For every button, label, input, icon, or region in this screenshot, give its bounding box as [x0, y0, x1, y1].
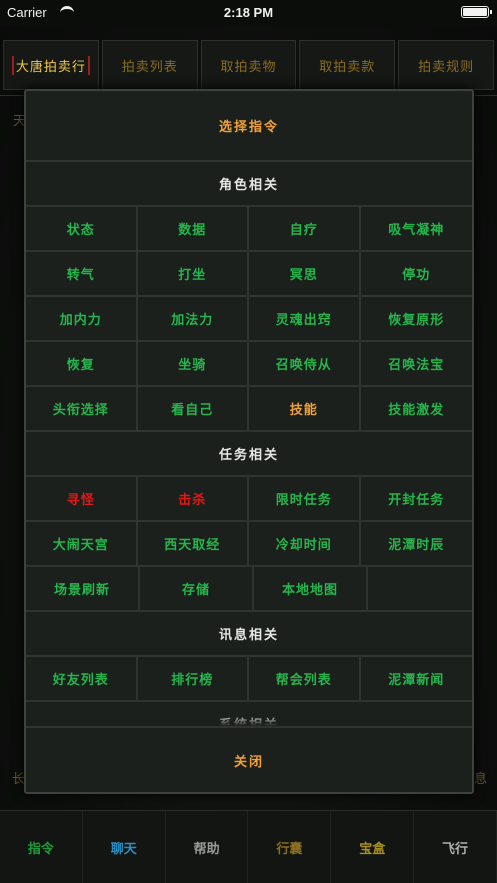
tab-label: 大唐拍卖行	[11, 55, 90, 75]
command-button[interactable]: 大闹天宫	[26, 522, 138, 565]
command-row: 好友列表 排行榜 帮会列表 泥潭新闻	[26, 657, 472, 702]
command-button[interactable]: 恢复	[26, 342, 138, 385]
command-button[interactable]: 打坐	[137, 252, 249, 295]
nav-item[interactable]: 聊天	[82, 811, 166, 883]
command-row: 头衔选择 看自己 技能 技能激发	[26, 387, 472, 432]
command-button[interactable]: 排行榜	[137, 657, 249, 700]
command-button[interactable]: 转气	[26, 252, 138, 295]
command-button[interactable]: 自疗	[249, 207, 361, 250]
command-button[interactable]: 召唤法宝	[360, 342, 472, 385]
command-button[interactable]: 看自己	[137, 387, 249, 430]
nav-item[interactable]: 宝盒	[331, 811, 415, 883]
bottom-nav: 指令 聊天 帮助 行囊 宝盒 飞行	[0, 810, 497, 883]
command-button[interactable]: 加内力	[26, 297, 138, 340]
command-button[interactable]: 西天取经	[137, 522, 249, 565]
auction-tabs: 大唐拍卖行 拍卖列表 取拍卖物 取拍卖款 拍卖规则	[0, 40, 497, 90]
command-row: 寻怪 击杀 限时任务 开封任务	[26, 477, 472, 522]
clock: 2:18 PM	[223, 5, 274, 20]
close-button[interactable]: 关闭	[26, 726, 472, 792]
command-dialog: 选择指令 角色相关 状态 数据 自疗 吸气凝神 转气 打坐 冥思 停功 加内力 加法力 灵魂出窍 恢复原…	[24, 89, 474, 794]
command-button[interactable]: 技能激发	[360, 387, 472, 430]
tab-take-item[interactable]: 取拍卖物	[200, 40, 297, 90]
scroll-fade	[26, 714, 472, 726]
command-button[interactable]: 好友列表	[26, 657, 138, 700]
tab-auction-house[interactable]: 大唐拍卖行	[3, 40, 99, 90]
command-row: 转气 打坐 冥思 停功	[26, 252, 472, 297]
command-row: 加内力 加法力 灵魂出窍 恢复原形	[26, 297, 472, 342]
command-button[interactable]: 灵魂出窍	[249, 297, 361, 340]
command-row: 状态 数据 自疗 吸气凝神	[26, 207, 472, 252]
command-button[interactable]: 本地地图	[254, 567, 368, 610]
command-button[interactable]: 冥思	[249, 252, 361, 295]
command-button[interactable]: 场景刷新	[26, 567, 140, 610]
section-header: 任务相关	[26, 432, 472, 477]
nav-item[interactable]: 指令	[0, 811, 83, 883]
background-text: 息	[474, 772, 488, 787]
section-header: 角色相关	[26, 162, 472, 207]
command-button[interactable]: 停功	[360, 252, 472, 295]
command-button[interactable]: 泥潭时辰	[360, 522, 472, 565]
command-button[interactable]: 泥潭新闻	[360, 657, 472, 700]
command-button[interactable]: 头衔选择	[26, 387, 138, 430]
command-button[interactable]: 吸气凝神	[360, 207, 472, 250]
nav-item[interactable]: 飞行	[414, 811, 497, 883]
command-button[interactable]: 加法力	[137, 297, 249, 340]
command-button[interactable]: 技能	[249, 387, 361, 430]
status-bar: Carrier 2:18 PM	[0, 0, 497, 26]
command-button[interactable]: 击杀	[137, 477, 249, 520]
command-button[interactable]: 帮会列表	[249, 657, 361, 700]
command-button[interactable]: 开封任务	[360, 477, 472, 520]
command-button[interactable]: 数据	[137, 207, 249, 250]
dialog-title: 选择指令	[26, 91, 472, 162]
tab-auction-rules[interactable]: 拍卖规则	[398, 40, 494, 90]
section-header: 讯息相关	[26, 612, 472, 657]
command-button[interactable]: 限时任务	[249, 477, 361, 520]
battery-icon	[461, 6, 492, 18]
command-button[interactable]: 状态	[26, 207, 138, 250]
command-button[interactable]: 存储	[140, 567, 254, 610]
command-button[interactable]: 冷却时间	[249, 522, 361, 565]
command-button[interactable]: 恢复原形	[360, 297, 472, 340]
command-button[interactable]: 坐骑	[137, 342, 249, 385]
nav-item[interactable]: 行囊	[248, 811, 332, 883]
tab-auction-list[interactable]: 拍卖列表	[101, 40, 198, 90]
command-row: 恢复 坐骑 召唤侍从 召唤法宝	[26, 342, 472, 387]
command-list[interactable]: 角色相关 状态 数据 自疗 吸气凝神 转气 打坐 冥思 停功 加内力 加法力 灵魂出窍 恢复原形 恢复 坐骑…	[26, 162, 472, 726]
command-button[interactable]: 寻怪	[26, 477, 138, 520]
tab-take-money[interactable]: 取拍卖款	[299, 40, 396, 90]
command-button[interactable]: 召唤侍从	[249, 342, 361, 385]
command-row: 场景刷新 存储 本地地图	[26, 567, 472, 612]
command-row: 大闹天宫 西天取经 冷却时间 泥潭时辰	[26, 522, 472, 567]
nav-item[interactable]: 帮助	[165, 811, 249, 883]
empty-cell	[368, 567, 472, 610]
